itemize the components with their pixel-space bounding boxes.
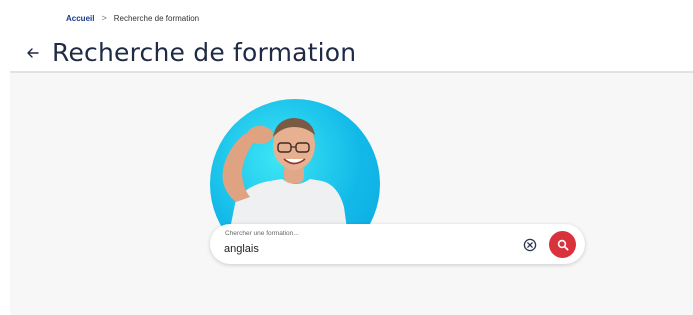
search-button[interactable] — [549, 231, 576, 258]
title-row: Recherche de formation — [26, 38, 356, 67]
arrow-left-icon[interactable] — [26, 46, 40, 60]
person-illustration — [222, 118, 347, 229]
hero-illustration — [210, 99, 384, 229]
breadcrumb-separator: > — [101, 13, 107, 23]
search-icon — [557, 239, 568, 250]
breadcrumb: Accueil > Recherche de formation — [66, 13, 199, 23]
search-label: Chercher une formation... — [225, 230, 299, 237]
search-box: Chercher une formation... — [210, 224, 585, 264]
breadcrumb-current: Recherche de formation — [113, 13, 200, 23]
main-content: Chercher une formation... — [10, 73, 693, 315]
breadcrumb-home-link[interactable]: Accueil — [66, 14, 94, 23]
page-header: Accueil > Recherche de formation Recherc… — [0, 0, 693, 72]
clear-circle-icon[interactable] — [523, 237, 537, 252]
search-input[interactable] — [224, 241, 504, 257]
page-title: Recherche de formation — [52, 38, 357, 67]
